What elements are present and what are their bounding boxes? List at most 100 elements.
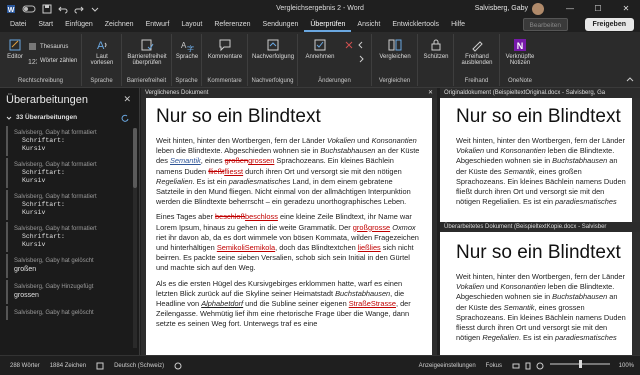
tab-hilfe[interactable]: Hilfe — [445, 18, 471, 32]
tab-layout[interactable]: Layout — [175, 18, 208, 32]
share-button[interactable]: Freigeben — [584, 18, 634, 31]
language-button[interactable]: A字 Sprache — [174, 38, 200, 60]
accessibility-icon — [141, 39, 154, 51]
tracking-button[interactable]: Nachverfolgung — [252, 38, 294, 60]
minimize-button[interactable]: — — [556, 0, 584, 18]
accessibility-button[interactable]: Barrierefreiheit überprüfen — [124, 38, 170, 66]
track-changes-icon — [267, 39, 279, 51]
group-label: Vergleichen — [378, 78, 411, 84]
user-account[interactable]: Salvisberg, Gaby — [475, 0, 544, 18]
ribbon: Editor Thesaurus 123 Wörter zählen Recht… — [0, 32, 640, 88]
close-icon[interactable]: ✕ — [428, 88, 433, 98]
editor-icon — [9, 39, 21, 51]
revised-doc-header: Überarbeitetes Dokument (BeispieltextKop… — [440, 222, 640, 232]
maximize-button[interactable]: ☐ — [584, 0, 612, 18]
chevron-down-icon — [6, 116, 12, 120]
tab-ueberpruefen[interactable]: Überprüfen — [304, 18, 352, 32]
doc-heading: Nur so ein Blindtext — [456, 242, 621, 263]
zoom-slider-thumb[interactable] — [579, 360, 582, 368]
zoom-level[interactable]: 100% — [619, 363, 634, 369]
tab-referenzen[interactable]: Referenzen — [208, 18, 256, 32]
read-mode-icon[interactable] — [512, 362, 520, 370]
group-rechtschreibung: Editor Thesaurus 123 Wörter zählen Recht… — [0, 34, 82, 86]
redo-icon[interactable] — [74, 4, 84, 14]
revisions-count[interactable]: 33 Überarbeitungen — [0, 106, 139, 122]
list-item[interactable]: Salvisberg, Gaby hat formatiert Schrifta… — [6, 190, 128, 220]
focus-mode[interactable]: Fokus — [486, 363, 502, 369]
autosave-toggle-icon[interactable] — [22, 4, 36, 14]
previous-change-icon[interactable] — [356, 40, 366, 50]
word-count-button[interactable]: 123 Wörter zählen — [28, 56, 77, 66]
svg-text:字: 字 — [187, 44, 194, 52]
print-layout-icon[interactable] — [524, 362, 532, 370]
group-kommentare: Kommentare Kommentare — [202, 34, 248, 86]
group-nachverfolgung: Nachverfolgung Nachverfolgung — [248, 34, 298, 86]
compared-doc-page[interactable]: Nur so ein Blindtext Weit hinten, hinter… — [146, 98, 432, 355]
list-item[interactable]: Salvisberg, Gaby hat formatiert Schrifta… — [6, 222, 128, 252]
tab-sendungen[interactable]: Sendungen — [257, 18, 305, 32]
doc-heading: Nur so ein Blindtext — [456, 106, 621, 127]
group-barrierefreiheit: Barrierefreiheit überprüfen Barrierefrei… — [122, 34, 172, 86]
reject-icon[interactable] — [344, 40, 354, 50]
word-count[interactable]: 288 Wörter — [10, 363, 40, 369]
proofing-icon[interactable] — [96, 362, 104, 370]
customize-qat-icon[interactable] — [90, 4, 100, 14]
tab-datei[interactable]: Datei — [4, 18, 32, 32]
paragraph: Weit hinten, hinter den Wortbergen, fern… — [456, 272, 626, 343]
save-icon[interactable] — [42, 4, 52, 14]
lock-icon — [431, 39, 441, 51]
svg-text:123: 123 — [28, 59, 37, 65]
linked-notes-button[interactable]: N Verknüpfte Notizen — [502, 38, 538, 66]
read-aloud-button[interactable]: A Laut vorlesen — [86, 38, 118, 66]
group-freihand: Freihand ausblenden Freihand — [454, 34, 500, 86]
close-button[interactable]: ✕ — [612, 0, 640, 18]
tab-ansicht[interactable]: Ansicht — [351, 18, 386, 32]
thesaurus-button[interactable]: Thesaurus — [28, 42, 68, 51]
tab-entwurf[interactable]: Entwurf — [140, 18, 176, 32]
onenote-icon: N — [514, 39, 526, 51]
revisions-pane: Überarbeitungen ✕ 33 Überarbeitungen Sal… — [0, 88, 140, 355]
list-item[interactable]: Salvisberg, Gaby hat gelöscht großen — [6, 254, 128, 278]
list-item[interactable]: Salvisberg, Gaby Hinzugefügt grossen — [6, 280, 128, 304]
comments-button[interactable]: Kommentare — [206, 38, 244, 60]
protect-button[interactable]: Schützen — [420, 38, 452, 60]
revised-doc-scrollbar[interactable] — [632, 232, 640, 355]
paragraph: Weit hinten, hinter den Wortbergen, fern… — [456, 136, 626, 207]
tab-start[interactable]: Start — [32, 18, 59, 32]
original-doc-page[interactable]: Nur so ein Blindtext Weit hinten, hinter… — [440, 98, 632, 222]
char-count[interactable]: 1884 Zeichen — [50, 363, 86, 369]
accept-button[interactable]: Annehmen — [302, 38, 338, 60]
undo-icon[interactable] — [58, 4, 68, 14]
list-item[interactable]: Salvisberg, Gaby hat gelöscht — [6, 306, 128, 320]
word-count-icon: 123 — [28, 59, 37, 65]
hide-ink-button[interactable]: Freihand ausblenden — [456, 38, 498, 66]
revised-doc-page[interactable]: Nur so ein Blindtext Weit hinten, hinter… — [440, 232, 632, 355]
web-layout-icon[interactable] — [536, 362, 544, 370]
avatar[interactable] — [532, 3, 544, 15]
title-bar: W Vergleichsergebnis 2 - Word Salvisberg… — [0, 0, 640, 18]
compare-button[interactable]: Vergleichen — [374, 38, 416, 60]
close-icon[interactable]: ✕ — [123, 94, 131, 105]
next-change-icon[interactable] — [356, 54, 366, 64]
accessibility-status-icon[interactable] — [174, 362, 182, 370]
tab-zeichnen[interactable]: Zeichnen — [99, 18, 140, 32]
tab-einfuegen[interactable]: Einfügen — [59, 18, 99, 32]
refresh-icon[interactable] — [121, 114, 129, 122]
collapse-ribbon-icon[interactable] — [626, 75, 634, 83]
tab-entwicklertools[interactable]: Entwicklertools — [386, 18, 445, 32]
group-aenderungen: Annehmen Änderungen — [298, 34, 372, 86]
language-status[interactable]: Deutsch (Schweiz) — [114, 363, 164, 369]
editor-button[interactable]: Editor — [4, 38, 26, 60]
paragraph: Eines Tages aber beschloßbeschloss eine … — [156, 212, 419, 273]
revisions-scrollbar[interactable] — [133, 128, 137, 348]
edit-mode-button[interactable]: Bearbeiten — [522, 18, 568, 31]
group-label: Sprache — [175, 78, 198, 84]
group-label: Rechtschreibung — [17, 78, 64, 84]
status-bar: 288 Wörter 1884 Zeichen Deutsch (Schweiz… — [0, 355, 640, 375]
list-item[interactable]: Salvisberg, Gaby hat formatiert Schrifta… — [6, 126, 128, 156]
display-settings[interactable]: Anzeigeeinstellungen — [419, 363, 476, 369]
group-sprache: A字 Sprache Sprache — [172, 34, 202, 86]
list-item[interactable]: Salvisberg, Gaby hat formatiert Schrifta… — [6, 158, 128, 188]
group-label: Änderungen — [318, 78, 351, 84]
original-doc-scrollbar[interactable] — [632, 98, 640, 222]
